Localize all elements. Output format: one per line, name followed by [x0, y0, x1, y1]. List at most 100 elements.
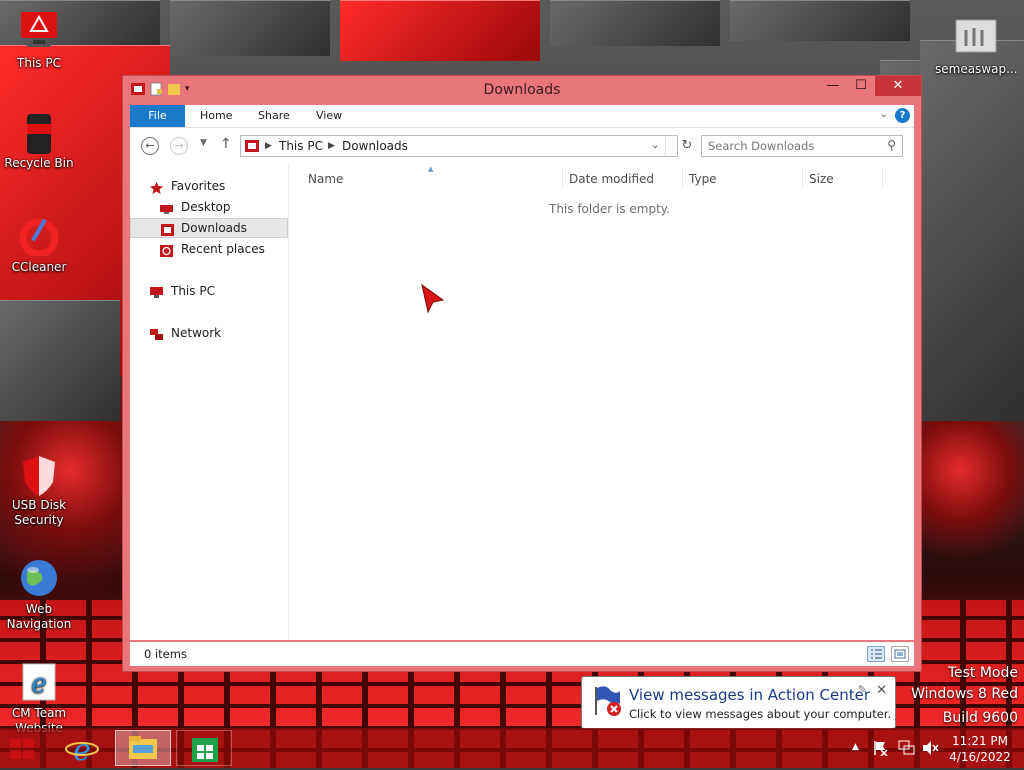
sort-ascending-icon: ▲ — [428, 165, 434, 173]
folder-location-icon — [245, 139, 259, 156]
watermark-line: Test Mode — [947, 665, 1018, 681]
ribbon-tabs: File Home Share View ⌄ ? — [130, 105, 914, 128]
desktop-icon-this-pc[interactable]: This PC — [0, 12, 78, 71]
expand-ribbon-icon[interactable]: ⌄ — [880, 109, 888, 120]
help-icon[interactable]: ? — [895, 108, 910, 123]
notification-body: Click to view messages about your comput… — [629, 707, 892, 721]
breadcrumb-downloads[interactable]: Downloads — [342, 139, 408, 153]
recent-places-icon — [160, 243, 173, 257]
nav-label: Network — [171, 326, 222, 340]
up-arrow-icon[interactable]: ↑ — [220, 136, 232, 152]
desktop-icon-recycle-bin[interactable]: Recycle Bin — [0, 112, 78, 171]
taskbar-internet-explorer[interactable]: e — [54, 730, 110, 768]
back-button[interactable]: ← — [141, 137, 159, 155]
desktop-icon-label: USB Disk Security — [11, 498, 67, 527]
network-icon — [150, 327, 163, 340]
nav-label: Favorites — [171, 179, 226, 193]
nav-desktop[interactable]: Desktop — [130, 197, 288, 217]
desktop-icon-ccleaner[interactable]: CCleaner — [0, 216, 78, 275]
column-separator[interactable] — [882, 168, 883, 190]
bg-tile — [0, 300, 120, 421]
pin-icon[interactable]: ✎ — [858, 683, 867, 696]
svg-text:e: e — [73, 733, 91, 766]
minimize-button[interactable]: — — [819, 76, 847, 96]
navigation-bar: ← → ▼ ↑ ▶ This PC ▶ Downloads ⌄ ↻ ⚲ — [130, 128, 914, 164]
content-area: Favorites Desktop Downloads Recent place… — [130, 164, 914, 640]
search-icon[interactable]: ⚲ — [887, 138, 896, 152]
breadcrumb-this-pc[interactable]: This PC — [279, 139, 323, 153]
column-separator[interactable] — [562, 168, 563, 190]
globe-icon — [19, 543, 59, 596]
empty-folder-message: This folder is empty. — [549, 202, 670, 216]
close-notification-icon[interactable]: ✕ — [876, 683, 887, 698]
recent-locations-icon[interactable]: ▼ — [200, 138, 207, 148]
tab-share[interactable]: Share — [258, 105, 290, 127]
window-title: Downloads — [483, 82, 561, 98]
bg-tile — [170, 0, 330, 56]
item-count: 0 items — [144, 647, 187, 661]
taskbar: e ▲ 11:21 PM 4/16/2022 — [0, 728, 1024, 768]
title-bar[interactable]: ▾ Downloads — ☐ ✕ — [123, 76, 921, 104]
nav-recent-places[interactable]: Recent places — [130, 239, 288, 259]
desktop-icon-label: Recycle Bin — [4, 156, 74, 170]
action-center-notification[interactable]: View messages in Action Center Click to … — [581, 676, 896, 729]
column-separator[interactable] — [682, 168, 683, 190]
tab-file[interactable]: File — [130, 105, 185, 127]
forward-button[interactable]: → — [170, 137, 188, 155]
large-icons-view-button[interactable] — [891, 646, 909, 662]
chevron-right-icon: ▶ — [265, 141, 272, 151]
nav-label: Recent places — [181, 242, 265, 256]
desktop-icon-label: Web Navigation — [6, 602, 72, 631]
details-view-button[interactable] — [867, 646, 885, 662]
network-tray-icon[interactable] — [898, 740, 916, 759]
close-button[interactable]: ✕ — [875, 76, 921, 96]
desktop-icon-label: CCleaner — [11, 260, 67, 274]
nav-favorites[interactable]: Favorites — [130, 176, 288, 196]
desktop-icon-label: semeaswap... — [935, 62, 1018, 76]
refresh-icon[interactable]: ↻ — [678, 138, 696, 156]
bg-tile — [550, 0, 720, 46]
system-clock[interactable]: 11:21 PM 4/16/2022 — [945, 733, 1015, 765]
address-bar[interactable]: ▶ This PC ▶ Downloads ⌄ — [240, 135, 678, 157]
desktop-icon-semeaswap[interactable]: semeaswap... — [935, 18, 1018, 77]
nav-downloads[interactable]: Downloads — [130, 218, 288, 238]
tab-home[interactable]: Home — [200, 105, 232, 127]
watermark-line: Build 9600 — [942, 710, 1018, 726]
taskbar-file-explorer[interactable] — [115, 730, 171, 766]
column-separator[interactable] — [802, 168, 803, 190]
computer-icon — [150, 285, 163, 298]
network-drive-icon — [954, 18, 997, 58]
favorites-star-icon — [150, 180, 163, 194]
nav-network[interactable]: Network — [130, 323, 288, 343]
nav-this-pc[interactable]: This PC — [130, 281, 288, 301]
show-hidden-icons-icon[interactable]: ▲ — [852, 742, 859, 752]
nav-label: Downloads — [181, 221, 247, 235]
address-divider — [665, 137, 666, 155]
desktop-icon — [160, 201, 173, 214]
chevron-right-icon: ▶ — [328, 141, 335, 151]
desktop-icon-usb-disk-security[interactable]: USB Disk Security — [0, 424, 78, 528]
nav-label: This PC — [171, 284, 215, 298]
maximize-button[interactable]: ☐ — [847, 76, 875, 96]
start-button[interactable] — [0, 730, 46, 766]
column-header-size[interactable]: Size — [809, 172, 834, 186]
desktop-icon-cm-team-website[interactable]: e CM Team Website — [0, 632, 78, 736]
column-header-name[interactable]: Name — [308, 172, 343, 186]
desktop-icon-web-navigation[interactable]: Web Navigation — [0, 528, 78, 632]
clock-time: 11:21 PM — [952, 734, 1008, 748]
mouse-cursor-icon — [420, 283, 446, 317]
address-dropdown-icon[interactable]: ⌄ — [651, 140, 659, 151]
bg-tile — [730, 0, 910, 41]
volume-muted-icon[interactable] — [922, 740, 940, 759]
column-header-type[interactable]: Type — [689, 172, 717, 186]
action-center-tray-icon[interactable] — [873, 740, 889, 759]
internet-explorer-icon: e — [19, 647, 59, 701]
tab-view[interactable]: View — [316, 105, 342, 127]
search-input[interactable] — [708, 139, 878, 153]
taskbar-store[interactable] — [176, 730, 232, 766]
clock-date: 4/16/2022 — [949, 750, 1011, 764]
search-box[interactable]: ⚲ — [701, 135, 903, 157]
notification-title[interactable]: View messages in Action Center — [629, 686, 870, 704]
svg-text:e: e — [31, 669, 46, 699]
column-header-date-modified[interactable]: Date modified — [569, 172, 654, 186]
